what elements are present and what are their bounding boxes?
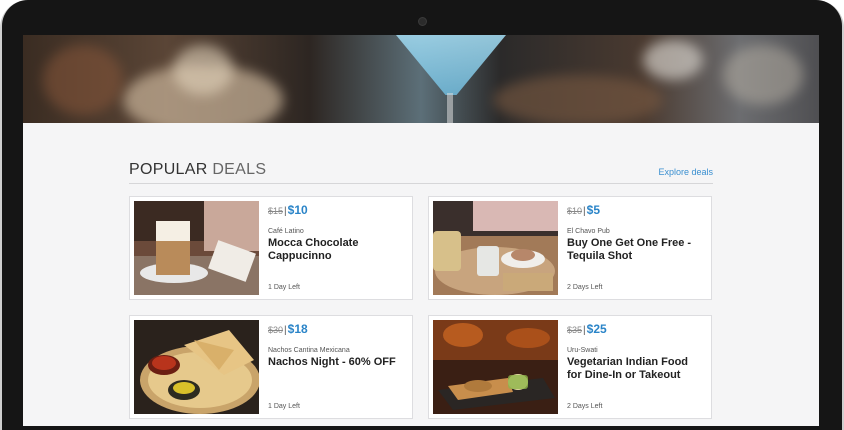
old-price: $35	[567, 325, 583, 335]
old-price: $10	[567, 206, 583, 216]
deal-title[interactable]: Mocca Chocolate Cappucinno	[268, 237, 406, 263]
price-separator: |	[284, 206, 287, 217]
days-left: 1 Day Left	[268, 403, 300, 410]
vendor-name: Uru-Swati	[567, 347, 598, 354]
vendor-name: Nachos Cantina Mexicana	[268, 347, 350, 354]
hero-bokeh	[493, 75, 663, 123]
deal-info: $30|$18 Nachos Cantina Mexicana Nachos N…	[268, 322, 406, 412]
hero-bokeh	[723, 45, 803, 105]
hero-banner-image	[23, 35, 819, 123]
deal-title[interactable]: Vegetarian Indian Food for Dine-In or Ta…	[567, 356, 705, 382]
deal-image-cappuccino[interactable]	[134, 201, 259, 295]
new-price: $18	[287, 322, 308, 336]
deal-image-tequila[interactable]	[433, 201, 558, 295]
days-left: 1 Day Left	[268, 284, 300, 291]
deal-card[interactable]: $30|$18 Nachos Cantina Mexicana Nachos N…	[129, 315, 413, 419]
deal-price: $30|$18	[268, 322, 406, 336]
section-header: POPULAR DEALS Explore deals	[129, 161, 713, 184]
old-price: $30	[268, 325, 284, 335]
deal-title[interactable]: Buy One Get One Free - Tequila Shot	[567, 237, 705, 263]
deal-image-indian-food[interactable]	[433, 320, 558, 414]
deal-price: $15|$10	[268, 203, 406, 217]
hero-cocktail-glass	[396, 35, 506, 95]
new-price: $10	[287, 203, 308, 217]
deal-title[interactable]: Nachos Night - 60% OFF	[268, 356, 406, 369]
deal-card[interactable]: $35|$25 Uru-Swati Vegetarian Indian Food…	[428, 315, 712, 419]
vendor-name: Café Latino	[268, 228, 304, 235]
section-title: POPULAR DEALS	[129, 161, 266, 179]
hero-glass-stem	[447, 93, 453, 123]
days-left: 2 Days Left	[567, 284, 603, 291]
hero-bokeh	[43, 45, 123, 115]
explore-deals-link[interactable]: Explore deals	[658, 167, 713, 177]
deal-info: $35|$25 Uru-Swati Vegetarian Indian Food…	[567, 322, 705, 412]
deal-card[interactable]: $15|$10 Café Latino Mocca Chocolate Capp…	[129, 196, 413, 300]
deal-info: $10|$5 El Chavo Pub Buy One Get One Free…	[567, 203, 705, 293]
section-title-light: DEALS	[212, 161, 267, 178]
deal-price: $35|$25	[567, 322, 705, 336]
old-price: $15	[268, 206, 284, 216]
browser-screen: POPULAR DEALS Explore deals $15|$10 Café…	[23, 35, 819, 426]
price-separator: |	[583, 325, 586, 336]
section-title-strong: POPULAR	[129, 161, 208, 178]
webcam-icon	[419, 18, 426, 25]
hero-bokeh	[173, 45, 233, 95]
laptop-frame: POPULAR DEALS Explore deals $15|$10 Café…	[0, 0, 844, 430]
new-price: $25	[586, 322, 607, 336]
new-price: $5	[586, 203, 600, 217]
deal-info: $15|$10 Café Latino Mocca Chocolate Capp…	[268, 203, 406, 293]
days-left: 2 Days Left	[567, 403, 603, 410]
deal-card[interactable]: $10|$5 El Chavo Pub Buy One Get One Free…	[428, 196, 712, 300]
deal-price: $10|$5	[567, 203, 705, 217]
deal-image-nachos[interactable]	[134, 320, 259, 414]
vendor-name: El Chavo Pub	[567, 228, 610, 235]
hero-bokeh	[643, 40, 703, 80]
price-separator: |	[583, 206, 586, 217]
price-separator: |	[284, 325, 287, 336]
